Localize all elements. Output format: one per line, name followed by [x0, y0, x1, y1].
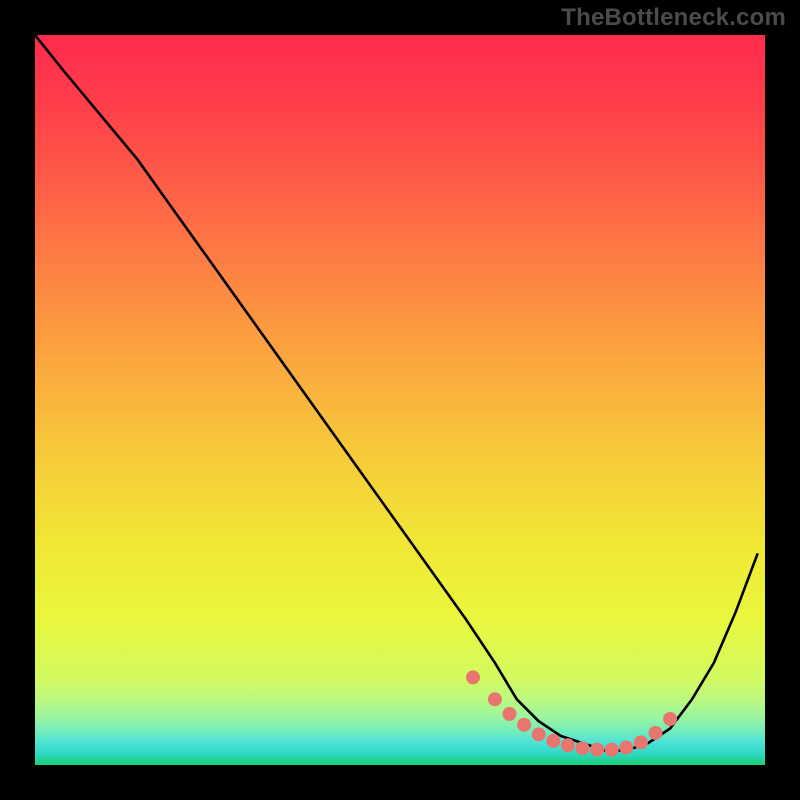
marker-dot	[546, 734, 560, 748]
marker-dot	[605, 743, 619, 757]
marker-dot	[576, 741, 590, 755]
marker-dot	[619, 740, 633, 754]
bottleneck-chart	[35, 35, 765, 765]
chart-container: TheBottleneck.com	[0, 0, 800, 800]
marker-dot	[503, 707, 517, 721]
watermark-text: TheBottleneck.com	[561, 4, 786, 32]
marker-dot	[590, 743, 604, 757]
marker-dot	[663, 712, 677, 726]
marker-dot	[517, 718, 531, 732]
marker-dot	[649, 726, 663, 740]
marker-dot	[634, 735, 648, 749]
marker-dot	[561, 738, 575, 752]
heatmap-background	[35, 35, 765, 765]
marker-dot	[532, 727, 546, 741]
marker-dot	[466, 670, 480, 684]
marker-dot	[488, 692, 502, 706]
